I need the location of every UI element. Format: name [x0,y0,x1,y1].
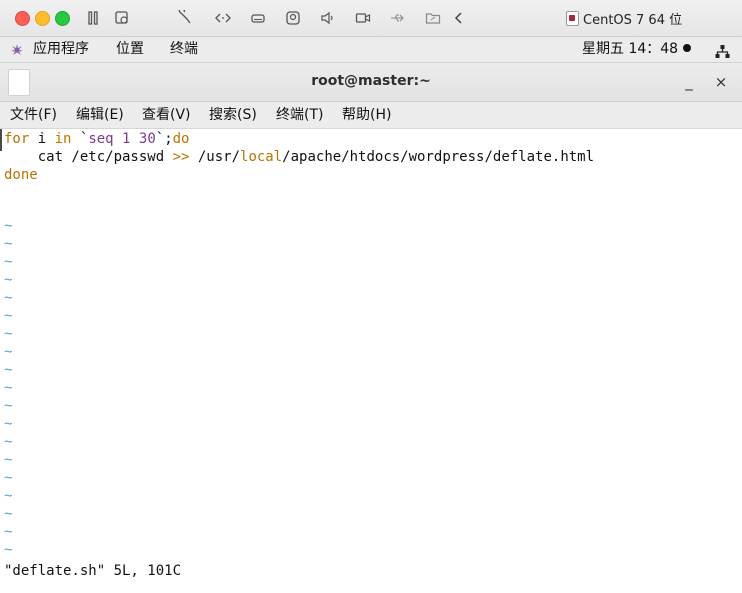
empty-line-marker: ~ [4,542,13,558]
empty-line-marker: ~ [4,308,13,324]
window-edge [0,129,2,151]
empty-line-marker: ~ [4,434,13,450]
code-line-2: cat /etc/passwd >> /usr/local/apache/htd… [4,149,595,165]
menu-edit[interactable]: 编辑(E) [76,106,124,125]
applications-icon [11,44,23,55]
menu-search[interactable]: 搜索(S) [209,106,257,125]
minimize-window-button[interactable] [35,11,50,26]
terminal-app-menu[interactable]: 终端 [170,40,198,59]
usb-icon[interactable] [388,8,408,28]
empty-line-marker: ~ [4,272,13,288]
pause-icon[interactable] [83,8,103,28]
empty-line-marker: ~ [4,254,13,270]
code-arrows-icon[interactable] [213,8,233,28]
chevron-left-icon[interactable] [449,8,469,28]
terminal-titlebar: root@master:~ _ × [0,63,742,102]
network-icon[interactable] [715,42,730,61]
empty-line-marker: ~ [4,488,13,504]
vim-status-line: "deflate.sh" 5L, 101C [4,563,182,579]
snapshot-icon[interactable] [112,8,132,28]
vm-name: CentOS 7 64 位 [583,12,683,28]
places-menu[interactable]: 位置 [116,40,144,59]
vm-title: CentOS 7 64 位 [566,9,683,28]
terminal-menubar: 文件(F) 编辑(E) 查看(V) 搜索(S) 终端(T) 帮助(H) [0,102,742,129]
empty-line-marker: ~ [4,344,13,360]
camera-icon[interactable] [283,8,303,28]
minimize-button[interactable]: _ [680,71,698,93]
gnome-top-panel: 应用程序 位置 终端 星期五 14：48 [0,37,742,63]
host-toolbar: CentOS 7 64 位 [0,0,742,37]
applications-menu[interactable]: 应用程序 [33,40,89,59]
empty-line-marker: ~ [4,362,13,378]
wrench-icon[interactable] [176,8,196,28]
empty-line-marker: ~ [4,506,13,522]
disk-icon[interactable] [248,8,268,28]
empty-line-marker: ~ [4,416,13,432]
close-window-button[interactable] [15,11,30,26]
menu-help[interactable]: 帮助(H) [342,106,391,125]
folder-share-icon[interactable] [423,8,443,28]
empty-line-marker: ~ [4,218,13,234]
empty-line-marker: ~ [4,452,13,468]
menu-file[interactable]: 文件(F) [10,106,57,125]
video-icon[interactable] [353,8,373,28]
empty-line-marker: ~ [4,236,13,252]
empty-line-marker: ~ [4,398,13,414]
zoom-window-button[interactable] [55,11,70,26]
close-button[interactable]: × [712,71,730,93]
terminal-title: root@master:~ [311,73,431,89]
empty-line-marker: ~ [4,326,13,342]
menu-view[interactable]: 查看(V) [142,106,191,125]
empty-line-marker: ~ [4,290,13,306]
audio-icon[interactable] [318,8,338,28]
code-line-3: done [4,167,38,183]
terminal-content[interactable]: for i in `seq 1 30`;do cat /etc/passwd >… [0,129,742,593]
empty-line-marker: ~ [4,470,13,486]
status-dot [683,44,691,52]
vm-os-icon [566,10,579,26]
empty-line-marker: ~ [4,524,13,540]
code-line-1: for i in `seq 1 30`;do [4,131,190,147]
menu-terminal[interactable]: 终端(T) [276,106,323,125]
empty-line-marker: ~ [4,380,13,396]
clock[interactable]: 星期五 14：48 [582,40,678,59]
